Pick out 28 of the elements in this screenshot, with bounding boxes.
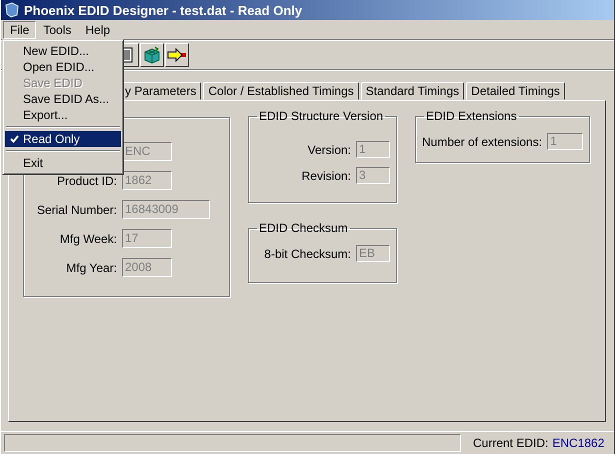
menu-bar-item[interactable]: Help [78, 20, 118, 38]
app-icon [4, 2, 20, 18]
field-label: Version: [308, 142, 351, 156]
status-label: Current EDID: [473, 436, 548, 450]
menu-bar-item[interactable]: Tools [36, 20, 78, 38]
menu-item[interactable]: Open EDID... [5, 59, 121, 75]
status-value: ENC1862 [552, 436, 604, 450]
menu-item[interactable]: New EDID... [5, 43, 121, 59]
tab[interactable]: Color / Established Timings [203, 82, 359, 100]
menu-item[interactable]: Read Only [5, 131, 121, 147]
window-title: Phoenix EDID Designer - test.dat - Read Only [24, 2, 302, 18]
menu-item[interactable]: Save EDID As... [5, 91, 121, 107]
cube-icon[interactable] [140, 43, 164, 67]
tab[interactable]: Standard Timings [360, 82, 464, 100]
field-label: Mfg Year: [66, 260, 117, 274]
group-title: EDID Checksum [258, 221, 349, 235]
group-title: EDID Structure Version [258, 109, 384, 123]
field-label: Serial Number: [36, 202, 117, 216]
group-title: EDID Extensions [425, 109, 518, 123]
field-label: Number of extensions: [422, 134, 542, 148]
field-label: Mfg Week: [60, 232, 117, 246]
menu-item[interactable]: Exit [5, 155, 121, 171]
field-label: Revision: [302, 168, 351, 182]
menu-item[interactable]: Export... [5, 107, 121, 123]
menu-bar-item[interactable]: File [3, 20, 36, 38]
field-label: 8-bit Checksum: [264, 246, 351, 260]
tab[interactable]: Detailed Timings [466, 82, 565, 100]
field-label: Product ID: [56, 174, 117, 188]
